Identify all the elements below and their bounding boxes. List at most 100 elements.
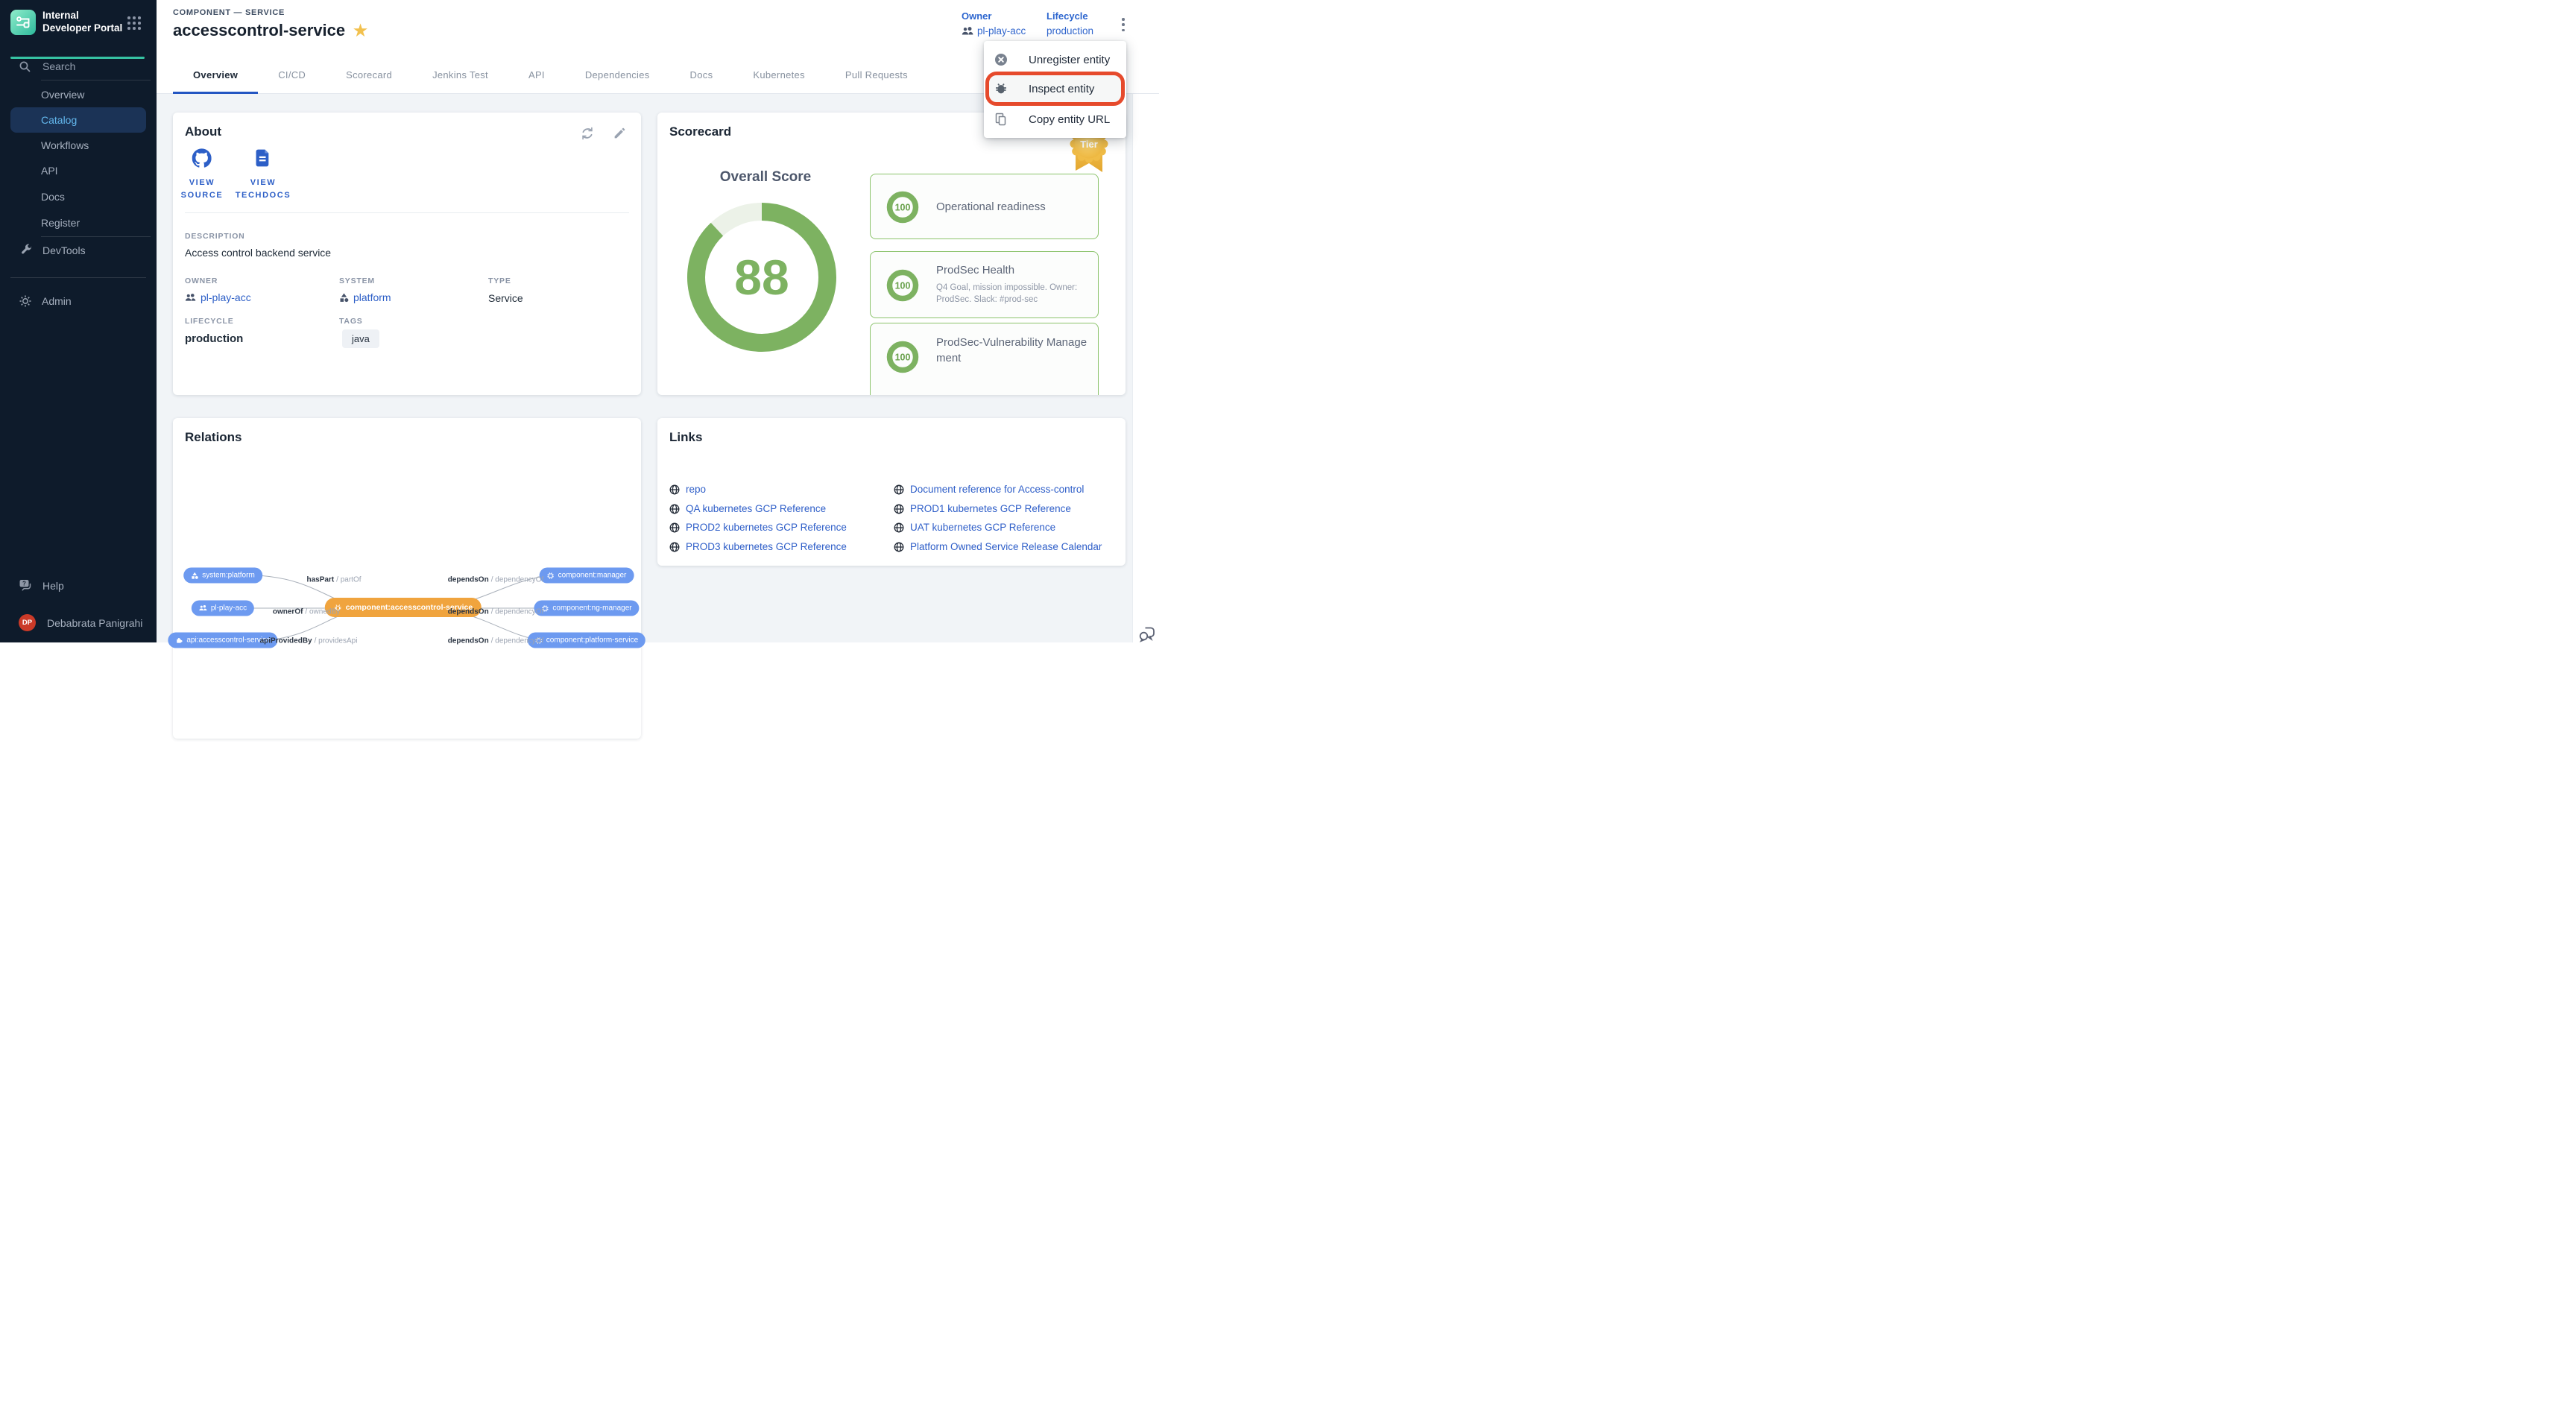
user-name: Debabrata Panigrahi: [47, 617, 142, 629]
owner-field-label: OWNER: [185, 277, 218, 285]
overall-score-gauge: 88: [684, 199, 840, 356]
refresh-icon[interactable]: [580, 126, 596, 142]
sidebar-user[interactable]: DP Debabrata Panigrahi: [19, 614, 142, 631]
help-icon: ?: [19, 578, 33, 593]
category-icon: [339, 293, 349, 303]
link-uat-k8s[interactable]: UAT kubernetes GCP Reference: [894, 522, 1055, 533]
scorecard-title: Scorecard: [669, 124, 731, 139]
sidebar-item-overview[interactable]: Overview: [0, 82, 157, 107]
entity-more-menu-icon[interactable]: [1117, 17, 1130, 32]
apps-grid-icon[interactable]: [127, 16, 141, 30]
lifecycle-label: Lifecycle: [1046, 10, 1093, 22]
tab-dependencies[interactable]: Dependencies: [565, 56, 670, 93]
sidebar-item-catalog[interactable]: Catalog: [10, 107, 146, 133]
view-source-link[interactable]: VIEWSOURCE: [181, 148, 224, 202]
scorecard-card: Scorecard Overall Score 88 100: [657, 113, 1126, 395]
relation-node-pl-play-acc[interactable]: pl-play-acc: [192, 601, 254, 616]
relation-node-component-manager[interactable]: component:manager: [540, 568, 634, 584]
score-tile-operational-readiness[interactable]: 100 Operational readiness: [870, 174, 1099, 239]
link-release-calendar[interactable]: Platform Owned Service Release Calendar: [894, 541, 1102, 552]
description-label: DESCRIPTION: [185, 232, 245, 241]
category-icon: [191, 572, 198, 579]
favorite-star-icon[interactable]: ★: [353, 23, 367, 39]
brand: Internal Developer Portal: [10, 10, 126, 35]
link-doc-reference[interactable]: Document reference for Access-control: [894, 484, 1084, 495]
lifecycle-value: production: [1046, 25, 1093, 37]
group-icon: [185, 294, 196, 302]
header-owner: Owner pl-play-acc: [962, 10, 1026, 37]
owner-field-value[interactable]: pl-play-acc: [185, 291, 251, 303]
edge-label-dependson-3: dependsOn/ dependencyOf: [448, 637, 544, 645]
edge-label-dependson-2: dependsOn/ dependencyOf: [448, 608, 544, 616]
menu-item-unregister-entity[interactable]: Unregister entity: [984, 45, 1126, 75]
feedback-chat-icon[interactable]: [1137, 625, 1157, 644]
view-techdocs-link[interactable]: VIEWTECHDOCS: [236, 148, 291, 202]
relation-node-system-platform[interactable]: system:platform: [183, 568, 262, 584]
type-field-value: Service: [488, 292, 523, 304]
tab-docs[interactable]: Docs: [670, 56, 733, 93]
wrench-icon: [20, 244, 33, 256]
relation-node-component-platform-service[interactable]: component:platform-service: [528, 633, 645, 648]
sidebar-item-devtools[interactable]: DevTools: [20, 244, 86, 256]
admin-label: Admin: [42, 295, 72, 307]
type-field-label: TYPE: [488, 277, 511, 285]
globe-icon: [669, 504, 680, 514]
chip-icon: [547, 572, 555, 579]
score-tile-prodsec-health[interactable]: 100 ProdSec Health Q4 Goal, mission impo…: [870, 251, 1099, 318]
edit-pencil-icon[interactable]: [613, 126, 629, 142]
group-icon: [962, 27, 973, 36]
sidebar-search[interactable]: Search: [19, 57, 75, 75]
devtools-label: DevTools: [42, 244, 86, 256]
svg-text:?: ?: [22, 580, 26, 587]
tab-jenkins-test[interactable]: Jenkins Test: [412, 56, 508, 93]
bug-icon: [994, 82, 1008, 95]
system-field-label: SYSTEM: [339, 277, 375, 285]
link-prod1-k8s[interactable]: PROD1 kubernetes GCP Reference: [894, 503, 1071, 514]
system-field-value[interactable]: platform: [339, 291, 391, 303]
globe-icon: [669, 484, 680, 495]
sidebar-item-workflows[interactable]: Workflows: [0, 133, 157, 158]
globe-icon: [669, 522, 680, 533]
header-lifecycle: Lifecycle production: [1046, 10, 1093, 37]
menu-item-inspect-entity[interactable]: Inspect entity: [984, 74, 1126, 104]
score-donut: 100: [886, 340, 920, 374]
tab-cicd[interactable]: CI/CD: [258, 56, 326, 93]
sidebar-item-admin[interactable]: Admin: [19, 294, 72, 308]
gear-icon: [19, 294, 32, 308]
tab-scorecard[interactable]: Scorecard: [326, 56, 412, 93]
link-repo[interactable]: repo: [669, 484, 706, 495]
tab-overview[interactable]: Overview: [173, 56, 258, 93]
tab-pull-requests[interactable]: Pull Requests: [825, 56, 928, 93]
link-prod3-k8s[interactable]: PROD3 kubernetes GCP Reference: [669, 541, 847, 552]
owner-link[interactable]: pl-play-acc: [977, 25, 1026, 37]
menu-item-copy-entity-url[interactable]: Copy entity URL: [984, 104, 1126, 134]
tab-api[interactable]: API: [508, 56, 565, 93]
edge-label-haspart: hasPart/ partOf: [306, 576, 361, 584]
page-title-row: accesscontrol-service ★: [173, 21, 367, 40]
sidebar-item-help[interactable]: ? Help: [19, 578, 64, 593]
divider: [41, 236, 151, 237]
sidebar-item-register[interactable]: Register: [0, 210, 157, 236]
svg-text:100: 100: [895, 281, 911, 291]
score-tile-label: Operational readiness: [936, 199, 1089, 215]
relation-node-component-ng-manager[interactable]: component:ng-manager: [534, 601, 639, 616]
content-panel: About VIEWSOURCE: [157, 94, 1133, 642]
sidebar: Internal Developer Portal Search Overvie…: [0, 0, 157, 642]
group-icon: [199, 605, 207, 612]
link-prod2-k8s[interactable]: PROD2 kubernetes GCP Reference: [669, 522, 847, 533]
sidebar-item-docs[interactable]: Docs: [0, 184, 157, 209]
search-label: Search: [42, 60, 75, 72]
globe-icon: [894, 504, 904, 514]
sidebar-item-api[interactable]: API: [0, 158, 157, 183]
divider: [10, 277, 146, 278]
score-tile-label: ProdSec Health: [936, 262, 1089, 278]
tier-ribbon-label: Tier: [1080, 139, 1098, 150]
tab-kubernetes[interactable]: Kubernetes: [733, 56, 825, 93]
score-tile-prodsec-vulnerability[interactable]: 100 ProdSec-Vulnerability Management: [870, 323, 1099, 395]
score-tile-label: ProdSec-Vulnerability Management: [936, 335, 1089, 366]
help-label: Help: [42, 580, 64, 592]
tag-chip-java[interactable]: java: [342, 329, 379, 348]
app-window: Internal Developer Portal Search Overvie…: [0, 0, 1159, 642]
edge-label-dependson-1: dependsOn/ dependencyOf: [448, 576, 544, 584]
link-qa-k8s[interactable]: QA kubernetes GCP Reference: [669, 503, 826, 514]
